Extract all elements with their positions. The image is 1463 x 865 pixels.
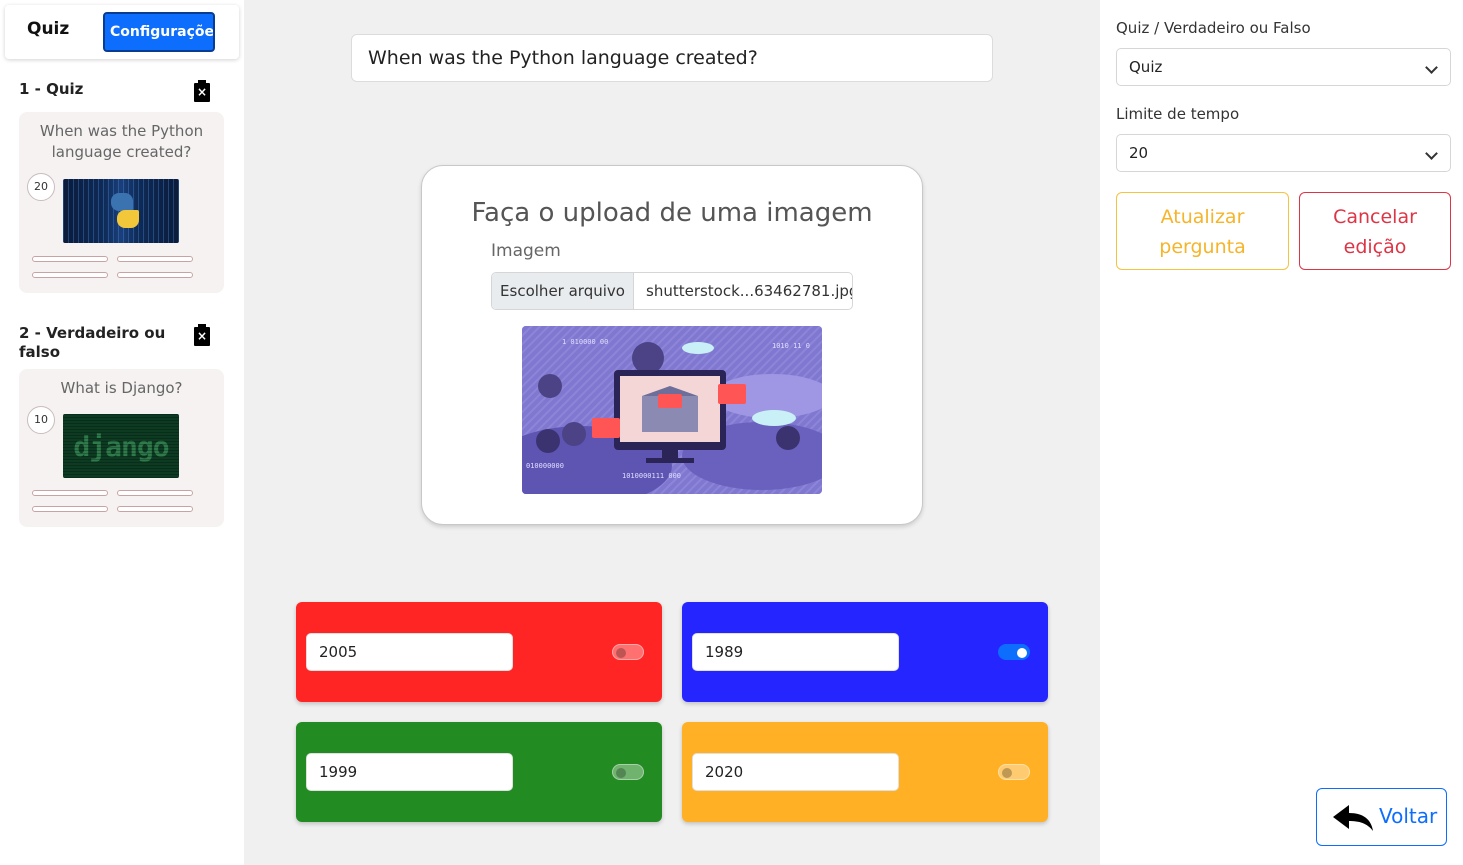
back-label: Voltar [1379,804,1438,828]
choose-file-button[interactable]: Escolher arquivo [492,273,634,309]
time-select[interactable]: 20 [1116,134,1451,172]
answer-card-2: 1989 [682,602,1048,702]
upload-title: Faça o upload de uma imagem [471,198,873,228]
cancel-edit-button[interactable]: Cancelar edição [1299,192,1451,270]
answer-input[interactable]: 2005 [306,633,513,671]
question-1-card[interactable]: When was the Python language created? 20 [19,112,224,293]
correct-toggle[interactable] [998,644,1030,660]
correct-toggle[interactable] [998,764,1030,780]
editor-main: When was the Python language created? Fa… [244,0,1100,865]
file-input[interactable]: Escolher arquivo shutterstock...63462781… [491,272,853,310]
answer-input[interactable]: 1989 [692,633,899,671]
back-button[interactable]: Voltar [1316,788,1447,846]
question-1-title: 1 - Quiz [19,80,84,98]
django-thumbnail: django [63,414,179,478]
question-2-text: What is Django? [60,379,183,397]
type-select[interactable]: Quiz [1116,48,1451,86]
tab-configuracoes[interactable]: Configurações [103,12,215,52]
time-limit-badge: 20 [27,173,55,201]
svg-text:1010000111 000: 1010000111 000 [622,472,681,480]
svg-text:1 010000 00: 1 010000 00 [562,338,608,346]
answer-input[interactable]: 2020 [692,753,899,791]
correct-toggle[interactable] [612,644,644,660]
image-label: Imagem [491,241,561,261]
answer-card-3: 1999 [296,722,662,822]
trash-x-icon[interactable]: × [194,324,210,346]
python-thumbnail [63,179,179,243]
settings-panel: Quiz / Verdadeiro ou Falso Quiz Limite d… [1100,0,1463,865]
trash-x-icon[interactable]: × [194,80,210,102]
svg-text:010000000: 010000000 [526,462,564,470]
question-2-title: 2 - Verdadeiro ou falso [19,324,166,361]
reply-arrow-icon [1333,805,1373,831]
sidebar: Quiz Configurações 1 - Quiz × When was t… [0,0,244,865]
answer-placeholder [32,272,108,278]
chevron-down-icon [1425,61,1438,74]
answer-placeholder [117,272,193,278]
answer-placeholder [32,256,108,262]
coding-illustration: 1 010000 00 010000000 1010000111 000 101… [522,326,822,494]
type-select-value: Quiz [1129,58,1163,76]
question-1-text: When was the Python language created? [39,122,204,161]
answer-placeholder [32,506,108,512]
chevron-down-icon [1425,147,1438,160]
time-select-value: 20 [1129,144,1149,162]
answer-placeholder [117,256,193,262]
answer-placeholder [117,490,193,496]
type-label: Quiz / Verdadeiro ou Falso [1116,19,1311,37]
file-name: shutterstock...63462781.jpg [646,282,853,300]
answer-card-1: 2005 [296,602,662,702]
tab-quiz[interactable]: Quiz [27,19,69,39]
time-limit-badge: 10 [27,406,55,434]
answer-input[interactable]: 1999 [306,753,513,791]
correct-toggle[interactable] [612,764,644,780]
answer-card-4: 2020 [682,722,1048,822]
python-logo-icon [111,193,139,229]
answer-placeholder [32,490,108,496]
answer-placeholder [117,506,193,512]
question-input[interactable]: When was the Python language created? [351,34,993,82]
sidebar-tabs: Quiz Configurações [5,5,239,59]
upload-card: Faça o upload de uma imagem Imagem Escol… [421,165,923,525]
update-question-button[interactable]: Atualizar pergunta [1116,192,1289,270]
svg-text:1010 11 0: 1010 11 0 [772,342,810,350]
time-label: Limite de tempo [1116,105,1240,123]
question-2-card[interactable]: What is Django? 10 django [19,369,224,527]
uploaded-image-preview: 1 010000 00 010000000 1010000111 000 101… [522,326,822,494]
